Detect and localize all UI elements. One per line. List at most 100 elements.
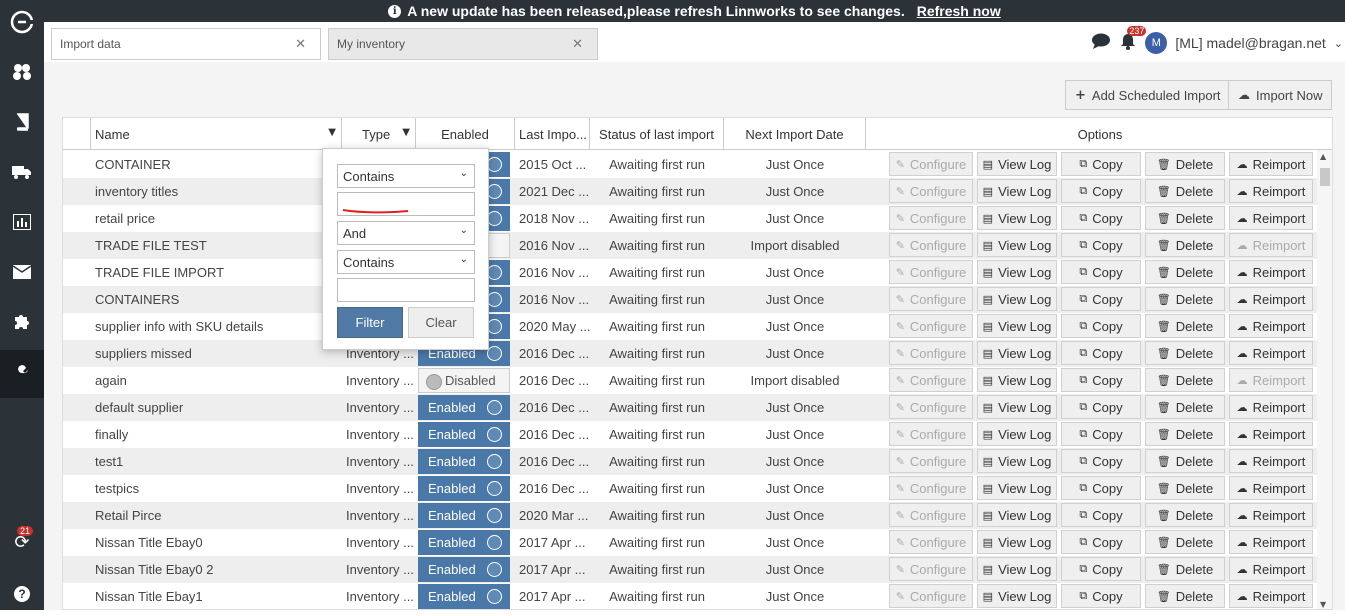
reimport-button[interactable]: ☁ Reimport [1229, 449, 1313, 473]
reimport-button[interactable]: ☁ Reimport [1229, 503, 1313, 527]
settings-wrench-icon[interactable] [0, 350, 44, 398]
enabled-toggle[interactable]: Enabled [418, 449, 510, 474]
configure-button[interactable]: ✎ Configure [889, 260, 973, 284]
tab-my-inventory[interactable]: My inventory ✕ [328, 28, 598, 60]
filter-condition-1-select[interactable]: Contains ⌄ [337, 164, 475, 188]
orders-book-icon[interactable] [0, 100, 44, 144]
enabled-toggle[interactable]: Enabled [418, 530, 510, 555]
reimport-button[interactable]: ☁ Reimport [1229, 530, 1313, 554]
table-row[interactable]: retail priceEnabled2018 Nov ...Awaiting … [63, 205, 1319, 232]
delete-button[interactable]: 🗑 Delete [1145, 584, 1225, 608]
configure-button[interactable]: ✎ Configure [889, 395, 973, 419]
configure-button[interactable]: ✎ Configure [889, 557, 973, 581]
filter-value-2-input[interactable] [337, 278, 475, 302]
copy-button[interactable]: ⧉ Copy [1061, 503, 1141, 527]
table-row[interactable]: Nissan Title Ebay1 Inventory ... Enabled 20… [63, 583, 1319, 609]
delete-button[interactable]: 🗑 Delete [1145, 260, 1225, 284]
copy-button[interactable]: ⧉ Copy [1061, 233, 1141, 257]
view-log-button[interactable]: ▤ View Log [977, 476, 1057, 500]
configure-button[interactable]: ✎ Configure [889, 530, 973, 554]
table-row[interactable]: CONTAINERSEnabled2016 Nov ...Awaiting fi… [63, 286, 1319, 313]
close-tab-icon[interactable]: ✕ [572, 37, 583, 52]
table-row[interactable]: Nissan Title Ebay0 Inventory ... Enabled 20… [63, 529, 1319, 556]
avatar[interactable]: M [1145, 32, 1168, 54]
copy-button[interactable]: ⧉ Copy [1061, 584, 1141, 608]
linnworks-logo-icon[interactable] [0, 0, 44, 44]
header-enabled[interactable]: Enabled [416, 118, 515, 150]
scrollbar-thumb[interactable] [1320, 168, 1330, 186]
copy-button[interactable]: ⧉ Copy [1061, 422, 1141, 446]
table-row[interactable]: Retail Pirce Inventory ... Enabled 2020 Mar… [63, 502, 1319, 529]
close-tab-icon[interactable]: ✕ [295, 37, 306, 52]
configure-button[interactable]: ✎ Configure [889, 179, 973, 203]
configure-button[interactable]: ✎ Configure [889, 422, 973, 446]
configure-button[interactable]: ✎ Configure [889, 341, 973, 365]
reimport-button[interactable]: ☁ Reimport [1229, 314, 1313, 338]
configure-button[interactable]: ✎ Configure [889, 476, 973, 500]
view-log-button[interactable]: ▤ View Log [977, 422, 1057, 446]
dashboards-icon[interactable] [0, 50, 44, 94]
delete-button[interactable]: 🗑 Delete [1145, 395, 1225, 419]
configure-button[interactable]: ✎ Configure [889, 503, 973, 527]
delete-button[interactable]: 🗑 Delete [1145, 368, 1225, 392]
view-log-button[interactable]: ▤ View Log [977, 368, 1057, 392]
copy-button[interactable]: ⧉ Copy [1061, 368, 1141, 392]
copy-button[interactable]: ⧉ Copy [1061, 476, 1141, 500]
view-log-button[interactable]: ▤ View Log [977, 584, 1057, 608]
reimport-button[interactable]: ☁ Reimport [1229, 368, 1313, 392]
copy-button[interactable]: ⧉ Copy [1061, 179, 1141, 203]
view-log-button[interactable]: ▤ View Log [977, 287, 1057, 311]
configure-button[interactable]: ✎ Configure [889, 287, 973, 311]
view-log-button[interactable]: ▤ View Log [977, 152, 1057, 176]
reimport-button[interactable]: ☁ Reimport [1229, 233, 1313, 257]
filter-condition-2-select[interactable]: Contains ⌄ [337, 250, 475, 274]
copy-button[interactable]: ⧉ Copy [1061, 152, 1141, 176]
help-icon[interactable]: ? [0, 572, 44, 616]
enabled-toggle[interactable]: Enabled [418, 422, 510, 447]
enabled-toggle[interactable]: Disabled [418, 368, 510, 393]
configure-button[interactable]: ✎ Configure [889, 152, 973, 176]
view-log-button[interactable]: ▤ View Log [977, 206, 1057, 230]
configure-button[interactable]: ✎ Configure [889, 368, 973, 392]
add-scheduled-import-button[interactable]: + Add Scheduled Import [1065, 80, 1231, 110]
table-row[interactable]: finally Inventory ... Enabled 2016 Dec ... A… [63, 421, 1319, 448]
sync-icon[interactable]: ⟳ 21 [0, 520, 44, 564]
delete-button[interactable]: 🗑 Delete [1145, 152, 1225, 176]
clear-button[interactable]: Clear [408, 307, 474, 338]
scroll-up-icon[interactable]: ▲ [1320, 152, 1326, 161]
import-now-button[interactable]: ☁ Import Now [1228, 80, 1333, 110]
delete-button[interactable]: 🗑 Delete [1145, 341, 1225, 365]
messages-envelope-icon[interactable] [0, 250, 44, 294]
reimport-button[interactable]: ☁ Reimport [1229, 152, 1313, 176]
reimport-button[interactable]: ☁ Reimport [1229, 422, 1313, 446]
header-last-import[interactable]: Last Impo... [515, 118, 590, 150]
table-row[interactable]: again Inventory ... Disabled 2016 Dec ... Aw… [63, 367, 1319, 394]
reimport-button[interactable]: ☁ Reimport [1229, 395, 1313, 419]
reimport-button[interactable]: ☁ Reimport [1229, 206, 1313, 230]
delete-button[interactable]: 🗑 Delete [1145, 314, 1225, 338]
reports-chart-icon[interactable] [0, 200, 44, 244]
copy-button[interactable]: ⧉ Copy [1061, 449, 1141, 473]
configure-button[interactable]: ✎ Configure [889, 449, 973, 473]
copy-button[interactable]: ⧉ Copy [1061, 395, 1141, 419]
header-name[interactable]: Name ▼ [91, 118, 342, 150]
notifications-bell-icon[interactable]: 237 [1119, 25, 1147, 55]
configure-button[interactable]: ✎ Configure [889, 314, 973, 338]
table-row[interactable]: testpics Inventory ... Enabled 2016 Dec ...… [63, 475, 1319, 502]
header-type[interactable]: Type ▼ [342, 118, 416, 150]
table-row[interactable]: default supplier Inventory ... Enabled 2016… [63, 394, 1319, 421]
apps-puzzle-icon[interactable] [0, 300, 44, 344]
enabled-toggle[interactable]: Enabled [418, 395, 510, 420]
table-row[interactable]: supplier info with SKU detailsEnabled202… [63, 313, 1319, 340]
table-row[interactable]: Nissan Title Ebay0 2 Inventory ... Enabled… [63, 556, 1319, 583]
copy-button[interactable]: ⧉ Copy [1061, 314, 1141, 338]
delete-button[interactable]: 🗑 Delete [1145, 233, 1225, 257]
view-log-button[interactable]: ▤ View Log [977, 395, 1057, 419]
copy-button[interactable]: ⧉ Copy [1061, 206, 1141, 230]
reimport-button[interactable]: ☁ Reimport [1229, 341, 1313, 365]
configure-button[interactable]: ✎ Configure [889, 206, 973, 230]
reimport-button[interactable]: ☁ Reimport [1229, 584, 1313, 608]
configure-button[interactable]: ✎ Configure [889, 233, 973, 257]
delete-button[interactable]: 🗑 Delete [1145, 503, 1225, 527]
tab-import-data[interactable]: Import data ✕ [51, 28, 321, 60]
